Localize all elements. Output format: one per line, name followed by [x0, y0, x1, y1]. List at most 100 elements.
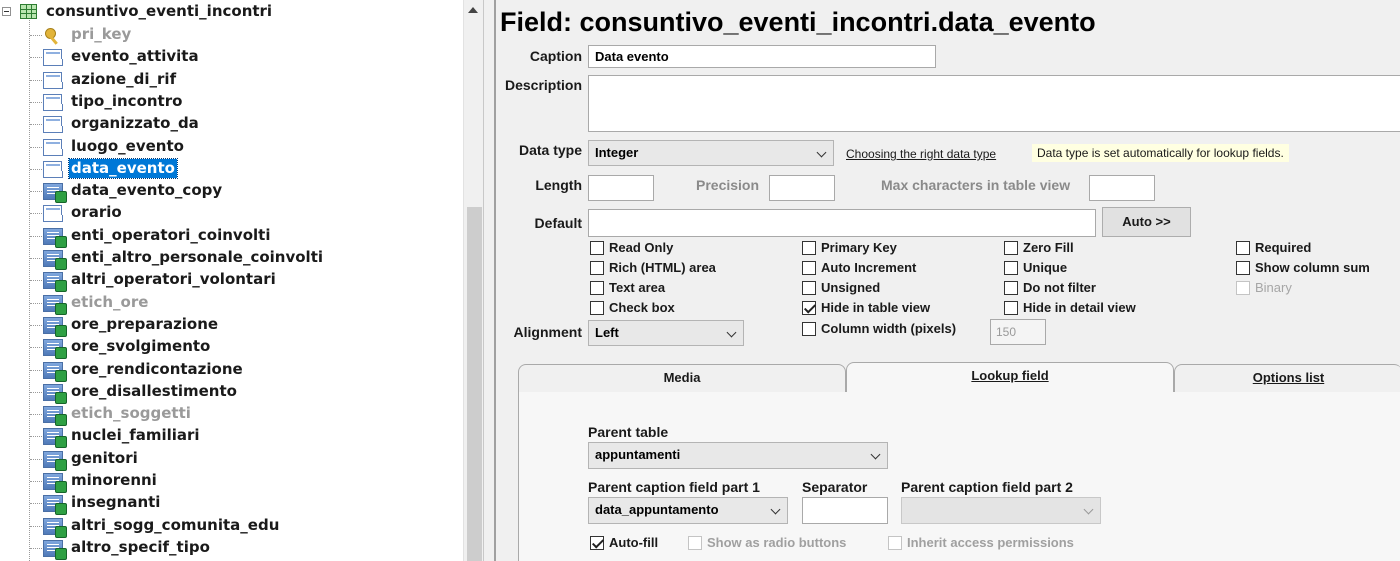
tree-item[interactable]: ore_disallestimento: [30, 381, 460, 404]
unique-checkbox[interactable]: Unique: [1004, 259, 1184, 277]
checkbox-box[interactable]: [802, 281, 816, 295]
primary-key-checkbox[interactable]: Primary Key: [802, 239, 982, 257]
tree-item[interactable]: orario: [30, 202, 460, 224]
tree-item[interactable]: data_evento_copy: [30, 180, 460, 204]
checkbox-box[interactable]: [802, 301, 816, 315]
checkbox-box[interactable]: [1236, 261, 1250, 275]
data-type-help-link[interactable]: Choosing the right data type: [846, 147, 996, 161]
length-input[interactable]: [588, 175, 654, 201]
auto-increment-checkbox[interactable]: Auto Increment: [802, 259, 982, 277]
checkbox-box[interactable]: [1004, 281, 1018, 295]
binary-checkbox[interactable]: Binary: [1236, 279, 1396, 297]
tree-item[interactable]: altri_sogg_comunita_edu: [30, 515, 460, 538]
alignment-select[interactable]: Left: [588, 320, 744, 346]
unsigned-label: Unsigned: [821, 280, 881, 295]
tree-item[interactable]: evento_attivita: [30, 46, 460, 68]
checkbox-box[interactable]: [1004, 241, 1018, 255]
unsigned-checkbox[interactable]: Unsigned: [802, 279, 982, 297]
tree-item[interactable]: nuclei_familiari: [30, 425, 460, 449]
scroll-thumb[interactable]: [467, 207, 482, 561]
tree-item[interactable]: minorenni: [30, 470, 460, 493]
do-not-filter-checkbox[interactable]: Do not filter: [1004, 279, 1184, 297]
tree-item[interactable]: insegnanti: [30, 492, 460, 516]
auto-fill-checkbox[interactable]: Auto-fill: [590, 534, 680, 552]
column-width-input[interactable]: 150: [990, 319, 1046, 345]
tree-root-table[interactable]: consuntivo_eventi_incontri: [46, 2, 272, 20]
checkbox-box[interactable]: [590, 261, 604, 275]
tree-item[interactable]: altro_specif_tipo: [30, 537, 460, 560]
tree-item[interactable]: altri_operatori_volontari: [30, 269, 460, 293]
tree-item-label: minorenni: [71, 471, 157, 489]
checkbox-box[interactable]: [802, 241, 816, 255]
checkbox-box[interactable]: [1004, 301, 1018, 315]
text-area-checkbox[interactable]: Text area: [590, 279, 770, 297]
collapse-toggle-icon[interactable]: [2, 7, 11, 16]
tab-options-list-label: Options list: [1252, 370, 1325, 385]
tree-item[interactable]: etich_ore: [30, 292, 460, 315]
precision-input[interactable]: [769, 175, 835, 201]
checkbox-box[interactable]: [590, 241, 604, 255]
tree-item-label: azione_di_rif: [71, 69, 177, 88]
tree-item-label: insegnanti: [71, 493, 161, 512]
parent-table-select[interactable]: appuntamenti: [588, 442, 888, 469]
max-chars-input[interactable]: [1089, 175, 1155, 201]
checkbox-box[interactable]: [688, 536, 702, 550]
checkbox-box[interactable]: [1004, 261, 1018, 275]
scroll-up-icon[interactable]: [468, 7, 478, 13]
tree-item[interactable]: ore_rendicontazione: [30, 359, 460, 382]
caption-part1-select[interactable]: data_appuntamento: [588, 497, 788, 524]
hide-detail-view-checkbox[interactable]: Hide in detail view: [1004, 299, 1184, 317]
inherit-access-checkbox[interactable]: Inherit access permissions: [888, 534, 1108, 552]
column-width-checkbox[interactable]: Column width (pixels): [802, 320, 982, 338]
tree-item[interactable]: enti_operatori_coinvolti: [30, 225, 460, 248]
checkbox-box[interactable]: [590, 536, 604, 550]
rich-html-checkbox[interactable]: Rich (HTML) area: [590, 259, 770, 277]
tree-item[interactable]: etich_soggetti: [30, 403, 460, 427]
chevron-down-icon: [816, 147, 827, 158]
tree-item[interactable]: ore_svolgimento: [30, 336, 460, 360]
separator-input[interactable]: [802, 497, 888, 524]
column-width-label: Column width (pixels): [821, 321, 957, 336]
auto-increment-label: Auto Increment: [821, 260, 917, 275]
checkbox-box[interactable]: [802, 261, 816, 275]
required-label: Required: [1255, 240, 1312, 255]
required-checkbox[interactable]: Required: [1236, 239, 1396, 257]
hide-table-view-checkbox[interactable]: Hide in table view: [802, 299, 982, 317]
checkbox-box[interactable]: [888, 536, 902, 550]
checkbox-box[interactable]: [1236, 281, 1250, 295]
caption-input[interactable]: Data evento: [588, 45, 936, 68]
tree-item[interactable]: genitori: [30, 448, 460, 471]
tree-item[interactable]: enti_altro_personale_coinvolti: [30, 247, 460, 270]
tree-scrollbar[interactable]: [463, 0, 483, 561]
checkbox-box[interactable]: [590, 301, 604, 315]
radio-buttons-checkbox[interactable]: Show as radio buttons: [688, 534, 878, 552]
checkbox-box[interactable]: [1236, 241, 1250, 255]
lookup-field-icon: [43, 339, 67, 360]
tab-lookup-field[interactable]: Lookup field: [846, 362, 1174, 392]
tree-connector: [30, 235, 42, 237]
check-box-checkbox[interactable]: Check box: [590, 299, 770, 317]
tree-connector: [30, 391, 42, 393]
checkbox-box[interactable]: [590, 281, 604, 295]
tree-item[interactable]: pri_key: [30, 24, 460, 46]
description-textarea[interactable]: [588, 75, 1400, 132]
read-only-checkbox[interactable]: Read Only: [590, 239, 770, 257]
tree-item[interactable]: organizzato_da: [30, 113, 460, 135]
caption-part2-select[interactable]: [901, 497, 1101, 524]
tree-item[interactable]: tipo_incontro: [30, 91, 460, 113]
text-area-label: Text area: [609, 280, 666, 295]
auto-button[interactable]: Auto >>: [1102, 207, 1191, 237]
tab-media[interactable]: Media: [518, 364, 846, 392]
tree-item[interactable]: ore_preparazione: [30, 314, 460, 337]
data-type-select[interactable]: Integer: [588, 140, 834, 166]
tree-item[interactable]: data_evento: [30, 157, 460, 180]
tree-item[interactable]: azione_di_rif: [30, 69, 460, 91]
tree-item-label: genitori: [71, 448, 138, 467]
lookup-field-icon: [43, 406, 67, 427]
tab-options-list[interactable]: Options list: [1174, 364, 1400, 392]
zero-fill-checkbox[interactable]: Zero Fill: [1004, 239, 1184, 257]
default-input[interactable]: [588, 209, 1096, 237]
checkbox-box[interactable]: [802, 322, 816, 336]
tree-item[interactable]: luogo_evento: [30, 136, 460, 158]
show-column-sum-checkbox[interactable]: Show column sum: [1236, 259, 1396, 277]
